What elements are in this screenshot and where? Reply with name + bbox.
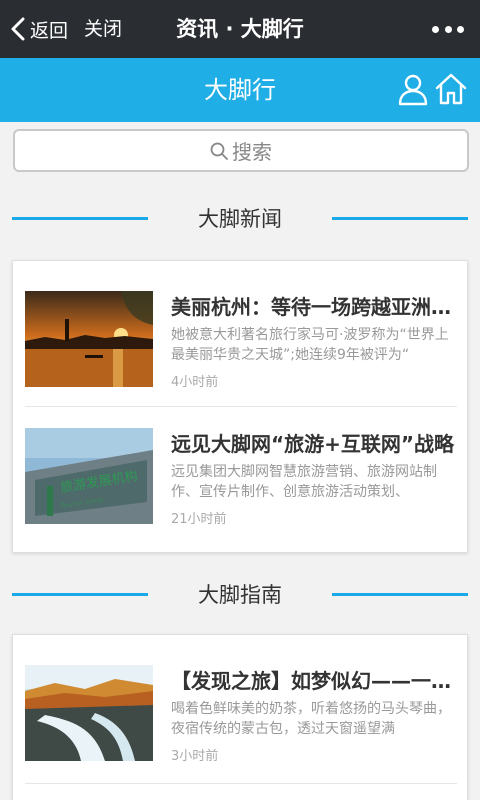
guide-time: 3小时前 <box>171 749 219 764</box>
news-card: 美丽杭州：等待一场跨越亚洲的相遇 她被意大利著名旅行家马可·波罗称为“世界上最美… <box>12 260 468 553</box>
wechat-top-bar: 返回 关闭 资讯 · 大脚行 <box>0 0 480 58</box>
back-button[interactable]: 返回 <box>10 0 68 58</box>
guide-thumbnail <box>25 665 153 761</box>
list-item[interactable]: 旅游发展机构 Tourism Group 远见大脚网“旅游+互联网”战略 远见集… <box>13 398 469 532</box>
news-title: 远见大脚网“旅游+互联网”战略 <box>171 432 455 456</box>
guide-title: 【发现之旅】如梦似幻——一场旅行 <box>171 669 457 693</box>
news-title: 美丽杭州：等待一场跨越亚洲的相遇 <box>171 295 457 319</box>
more-dots-icon[interactable] <box>432 26 464 34</box>
divider <box>25 783 457 784</box>
news-time: 21小时前 <box>171 512 227 527</box>
back-label: 返回 <box>30 19 69 42</box>
window-title: 资讯 · 大脚行 <box>176 17 304 41</box>
news-time: 4小时前 <box>171 375 219 390</box>
section-heading-news: 大脚新闻 <box>0 199 480 239</box>
news-thumbnail: 旅游发展机构 Tourism Group <box>25 428 153 524</box>
list-item[interactable]: 美丽杭州：等待一场跨越亚洲的相遇 她被意大利著名旅行家马可·波罗称为“世界上最美… <box>13 261 469 395</box>
list-item[interactable]: 【发现之旅】如梦似幻——一场旅行 喝着色鲜味美的奶茶，听着悠扬的马头琴曲，夜宿传… <box>13 635 469 769</box>
news-summary: 她被意大利著名旅行家马可·波罗称为“世界上最美丽华贵之天城”;她连续9年被评为“ <box>171 327 449 363</box>
search-input[interactable]: 搜索 <box>13 129 469 172</box>
search-icon <box>210 142 228 160</box>
user-icon[interactable] <box>398 74 428 106</box>
app-header: 大脚行 <box>0 58 480 122</box>
search-placeholder: 搜索 <box>232 140 272 164</box>
news-thumbnail <box>25 291 153 387</box>
back-chevron-icon <box>11 17 25 41</box>
close-button[interactable]: 关闭 <box>84 0 122 58</box>
guide-summary: 喝着色鲜味美的奶茶，听着悠扬的马头琴曲，夜宿传统的蒙古包，透过天窗遥望满 <box>171 701 451 737</box>
home-icon[interactable] <box>435 73 467 105</box>
section-heading-guide: 大脚指南 <box>0 575 480 615</box>
guide-card: 【发现之旅】如梦似幻——一场旅行 喝着色鲜味美的奶茶，听着悠扬的马头琴曲，夜宿传… <box>12 634 468 800</box>
news-summary: 远见集团大脚网智慧旅游营销、旅游网站制作、宣传片制作、创意旅游活动策划、 <box>171 464 437 500</box>
